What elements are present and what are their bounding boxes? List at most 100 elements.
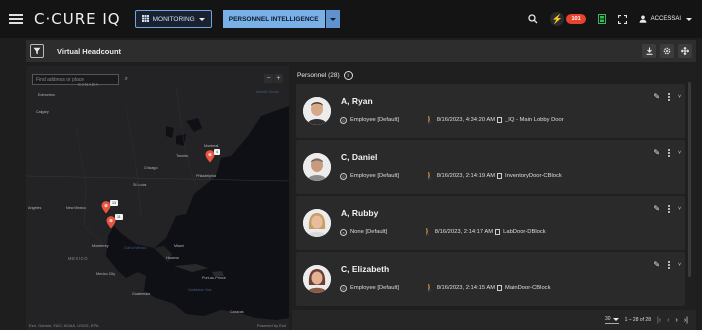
door-icon <box>497 173 503 179</box>
next-page-icon[interactable]: › <box>676 317 678 324</box>
chevron-down-icon[interactable]: ˅ <box>678 262 681 268</box>
avatar <box>303 265 331 293</box>
map-label: MEXICO <box>68 256 89 261</box>
bolt-icon: ⚡ <box>550 12 565 26</box>
map-label: Caribbean Sea <box>188 288 212 292</box>
monitoring-button[interactable]: MONITORING <box>134 10 212 28</box>
avatar <box>303 209 331 237</box>
zoom-in-button[interactable]: + <box>274 74 283 83</box>
download-icon[interactable] <box>642 44 656 58</box>
edit-icon[interactable]: ✎ <box>653 92 660 101</box>
map-label: Toronto <box>176 154 189 158</box>
personnel-panel: Personnel (28) i A, Ryan ☺ Employee [Def… <box>292 66 696 330</box>
zoom-out-button[interactable]: − <box>264 74 273 83</box>
none-icon: × <box>340 228 347 236</box>
map-pin-label: 4 <box>214 149 220 155</box>
person-name[interactable]: C, Elizabeth <box>341 264 389 274</box>
pagination: 30 1 – 28 of 28 |‹ ‹ › ›| <box>292 310 696 330</box>
page-size-select[interactable]: 30 <box>605 316 619 324</box>
list-item[interactable]: C, Daniel ☺ Employee [Default] 🚶 8/16/20… <box>296 140 685 194</box>
walking-icon: 🚶 <box>424 117 434 124</box>
page-size-value: 30 <box>605 316 611 322</box>
map-search-input[interactable]: Find address or place ⌕ <box>32 74 128 85</box>
personnel-dropdown-button[interactable] <box>325 10 340 28</box>
page-range: 1 – 28 of 28 <box>624 317 651 323</box>
menu-icon[interactable] <box>9 14 23 24</box>
map-label: Gulf of Mexico <box>124 246 147 250</box>
door-icon <box>497 117 503 123</box>
alarm-count-badge: 101 <box>566 14 586 24</box>
panel-header: Virtual Headcount <box>26 40 696 62</box>
more-options-icon[interactable] <box>668 204 671 213</box>
map-label: Angeles <box>28 206 42 210</box>
map-label: Monterrey <box>92 244 109 248</box>
settings-icon[interactable] <box>660 44 674 58</box>
more-options-icon[interactable] <box>668 260 671 269</box>
search-icon[interactable]: ⌕ <box>125 76 128 83</box>
alarm-indicator[interactable]: ⚡ 101 <box>550 12 586 26</box>
page-title: Virtual Headcount <box>57 46 122 56</box>
list-item[interactable]: C, Elizabeth ☺ Employee [Default] 🚶 8/16… <box>296 252 685 306</box>
chevron-down-icon[interactable] <box>686 17 692 21</box>
top-bar: C·CURE IQ MONITORING PERSONNEL INTELLIGE… <box>0 0 702 38</box>
map-label: Edmonton <box>38 93 55 97</box>
map-label: Miami <box>174 244 184 248</box>
last-page-icon[interactable]: ›| <box>684 317 688 324</box>
scrollbar[interactable] <box>688 82 691 277</box>
map-pin-label: 13 <box>110 200 118 206</box>
more-options-icon[interactable] <box>668 148 671 157</box>
person-name[interactable]: C, Daniel <box>341 152 377 162</box>
last-access-time: 8/16/2023, 2:14:17 AM <box>434 229 494 235</box>
map-label: Montreal <box>204 144 219 148</box>
map-powered-by[interactable]: Powered by Esri <box>257 323 286 328</box>
map-label: CANADA <box>78 82 100 87</box>
door-icon <box>495 229 501 235</box>
card-actions: ✎ ˅ <box>653 148 681 157</box>
first-page-icon[interactable]: |‹ <box>657 317 661 324</box>
more-options-icon[interactable] <box>668 92 671 101</box>
edit-icon[interactable]: ✎ <box>653 148 660 157</box>
chevron-down-icon <box>329 17 336 21</box>
person-name[interactable]: A, Ryan <box>341 96 373 106</box>
search-icon[interactable] <box>528 14 538 24</box>
edit-icon[interactable]: ✎ <box>653 260 660 269</box>
app-title: C·CURE IQ <box>34 10 121 28</box>
user-icon[interactable] <box>639 15 647 23</box>
map-label: Port-au-Prince <box>202 276 226 280</box>
last-door: MainDoor-CBlock <box>505 285 551 291</box>
door-icon <box>497 285 503 291</box>
chevron-down-icon[interactable]: ˅ <box>678 150 681 156</box>
list-item[interactable]: A, Rubby × None [Default] 🚶 8/16/2023, 2… <box>296 196 685 250</box>
person-type: Employee [Default] <box>350 285 399 291</box>
person-details: ☺ Employee [Default] 🚶 8/16/2023, 2:14:1… <box>340 284 550 292</box>
chevron-down-icon[interactable]: ˅ <box>678 206 681 212</box>
list-item[interactable]: A, Ryan ☺ Employee [Default] 🚶 8/16/2023… <box>296 84 685 138</box>
person-name[interactable]: A, Rubby <box>341 208 378 218</box>
chevron-down-icon[interactable]: ˅ <box>678 94 681 100</box>
person-details: ☺ Employee [Default] 🚶 8/16/2023, 2:14:1… <box>340 172 562 180</box>
panel-tools <box>642 44 692 58</box>
expand-icon[interactable] <box>678 44 692 58</box>
person-type: Employee [Default] <box>350 117 399 123</box>
map-label: New Mexico <box>66 206 87 210</box>
map-view[interactable]: Find address or place ⌕ − + CANADA Edmont… <box>26 66 289 330</box>
user-name[interactable]: ACCESSAI <box>651 16 681 22</box>
avatar <box>303 97 331 125</box>
avatar <box>303 153 331 181</box>
prev-page-icon[interactable]: ‹ <box>667 317 669 324</box>
edit-icon[interactable]: ✎ <box>653 204 660 213</box>
chevron-down-icon <box>612 317 619 321</box>
filter-icon[interactable] <box>30 44 44 58</box>
clearance-icon: ☺ <box>340 172 347 180</box>
person-details: × None [Default] 🚶 8/16/2023, 2:14:17 AM… <box>340 228 546 236</box>
info-icon[interactable]: i <box>343 71 353 80</box>
map-label: Mexico City <box>96 272 116 276</box>
personnel-intelligence-button[interactable]: PERSONNEL INTELLIGENCE <box>222 10 325 28</box>
last-access-time: 8/16/2023, 2:14:15 AM <box>436 285 496 291</box>
door-icon[interactable] <box>597 14 606 24</box>
card-actions: ✎ ˅ <box>653 204 681 213</box>
map-label: Chicago <box>144 166 158 170</box>
person-type: None [Default] <box>350 229 388 235</box>
fullscreen-icon[interactable] <box>617 14 627 24</box>
last-door: LabDoor-DBlock <box>503 229 546 235</box>
